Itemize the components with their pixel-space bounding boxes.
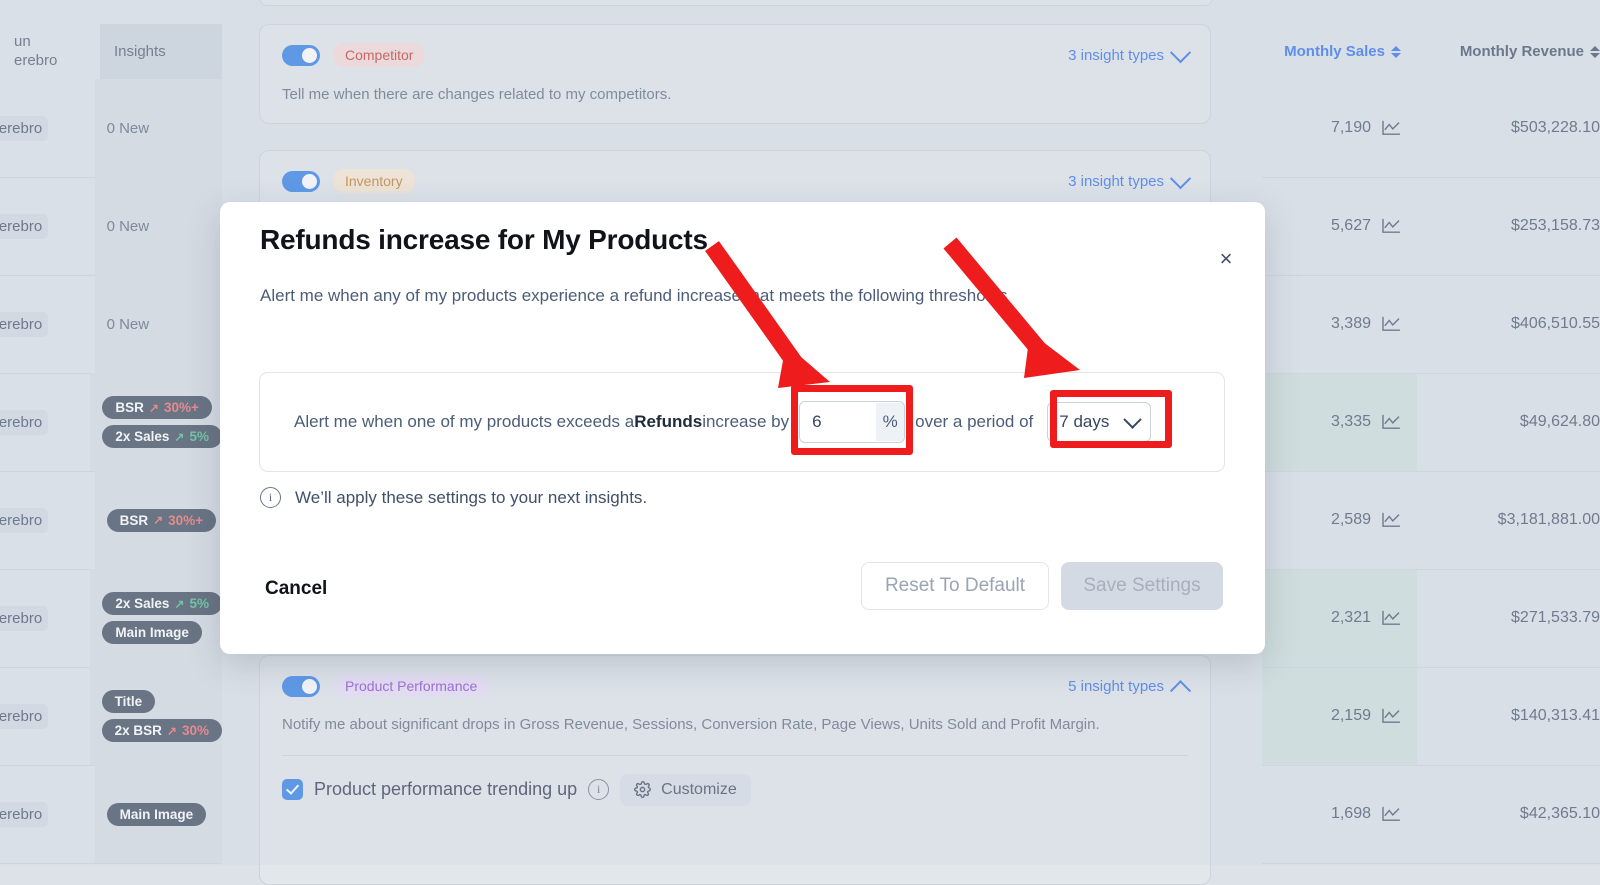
close-icon[interactable]: × <box>1213 246 1239 272</box>
period-select-highlight-box <box>1050 390 1172 448</box>
reset-to-default-button[interactable]: Reset To Default <box>861 562 1049 610</box>
info-icon: i <box>260 487 281 508</box>
modal-footer: Cancel Reset To Default Save Settings <box>220 562 1265 632</box>
save-settings-button[interactable]: Save Settings <box>1061 562 1223 610</box>
modal-note-text: We’ll apply these settings to your next … <box>295 487 648 507</box>
modal-title: Refunds increase for My Products <box>260 224 708 255</box>
threshold-text-after: over a period of <box>915 412 1034 431</box>
threshold-text-before: Alert me when one of my products exceeds… <box>294 412 635 431</box>
threshold-sentence: Alert me when one of my products exceeds… <box>260 401 1152 443</box>
threshold-text-mid: increase by <box>702 412 790 431</box>
cancel-button[interactable]: Cancel <box>265 578 327 600</box>
threshold-metric-name: Refunds <box>634 412 703 431</box>
modal-subtitle: Alert me when any of my products experie… <box>260 286 1008 305</box>
modal-note-row: i We’ll apply these settings to your nex… <box>260 487 647 508</box>
percent-input-highlight-box <box>791 385 913 455</box>
